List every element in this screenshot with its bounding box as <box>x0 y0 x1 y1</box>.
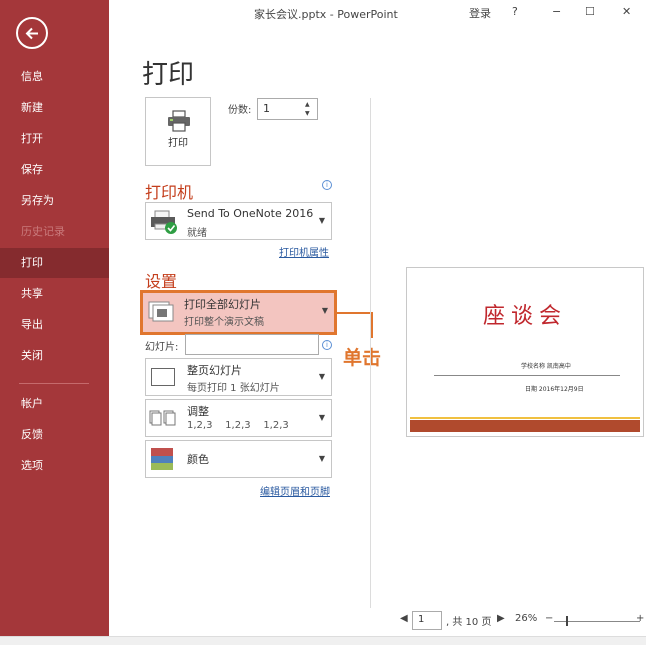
printer-name: Send To OneNote 2016 <box>187 207 314 220</box>
horizontal-scrollbar[interactable] <box>0 636 646 645</box>
callout-line-vertical <box>371 312 373 338</box>
chevron-down-icon: ▼ <box>318 216 325 225</box>
copies-spinner[interactable]: ▲ ▼ <box>305 100 310 118</box>
edit-header-footer-link[interactable]: 编辑页眉和页脚 <box>260 483 330 498</box>
preview-date-line: 日期 2016年12月9日 <box>525 386 584 393</box>
printer-heading: 打印机 <box>145 183 194 202</box>
callout-line <box>337 312 372 314</box>
sidebar-item-share[interactable]: 共享 <box>0 279 109 309</box>
slides-input[interactable] <box>185 334 319 355</box>
sidebar-item-save[interactable]: 保存 <box>0 155 109 185</box>
printer-icon <box>168 110 190 132</box>
collate-sub: 1,2,3 1,2,3 1,2,3 <box>187 420 289 431</box>
powerpoint-backstage: 信息 新建 打开 保存 另存为 历史记录 打印 共享 导出 关闭 帐户 反馈 选… <box>0 0 646 645</box>
print-range-sub: 打印整个演示文稿 <box>184 317 264 328</box>
slides-label: 幻灯片: <box>145 342 179 353</box>
callout-click-label: 单击 <box>343 347 382 369</box>
printer-status: 就绪 <box>187 228 207 239</box>
panel-divider <box>370 98 371 608</box>
zoom-slider-thumb[interactable] <box>566 616 568 626</box>
print-button[interactable]: 打印 <box>145 97 211 166</box>
sidebar-item-options[interactable]: 选项 <box>0 451 109 481</box>
print-button-label: 打印 <box>168 138 188 149</box>
color-mode-icon <box>151 448 173 470</box>
preview-school-line: 学校名称 凯南高中 <box>521 363 571 370</box>
chevron-down-icon: ▼ <box>318 413 325 422</box>
layout-select[interactable]: 整页幻灯片 每页打印 1 张幻灯片 ▼ <box>145 358 332 396</box>
collate-icon <box>149 410 176 426</box>
print-range-main: 打印全部幻灯片 <box>184 298 261 311</box>
settings-heading: 设置 <box>145 272 178 291</box>
printer-properties-link[interactable]: 打印机属性 <box>279 244 329 259</box>
sidebar-item-open[interactable]: 打开 <box>0 124 109 154</box>
preview-accent-line <box>410 417 640 419</box>
info-icon[interactable]: i <box>322 340 332 350</box>
preview-slide-title: 座谈会 <box>482 304 567 329</box>
full-page-slide-icon <box>151 368 175 386</box>
back-button[interactable] <box>16 17 48 49</box>
sidebar-divider <box>19 383 89 384</box>
sidebar-item-close[interactable]: 关闭 <box>0 341 109 371</box>
slides-range-icon <box>148 301 174 322</box>
sidebar-item-export[interactable]: 导出 <box>0 310 109 340</box>
chevron-down-icon: ▼ <box>321 306 328 315</box>
signin-link[interactable]: 登录 <box>469 5 491 21</box>
layout-main: 整页幻灯片 <box>187 364 242 377</box>
layout-sub: 每页打印 1 张幻灯片 <box>187 383 280 394</box>
arrow-left-icon <box>25 27 38 40</box>
info-icon[interactable]: i <box>322 180 332 190</box>
printer-device-icon <box>151 210 177 234</box>
window-title: 家长会议.pptx - PowerPoint <box>254 8 398 21</box>
preview-rule <box>434 375 620 376</box>
zoom-in-button[interactable]: + <box>636 613 644 624</box>
collate-main: 调整 <box>187 405 209 418</box>
zoom-out-button[interactable]: − <box>545 613 553 624</box>
close-button[interactable]: ✕ <box>622 5 631 18</box>
page-count: , 共 10 页 <box>446 617 492 628</box>
sidebar-item-new[interactable]: 新建 <box>0 93 109 123</box>
chevron-down-icon: ▼ <box>318 372 325 381</box>
restore-button[interactable]: ☐ <box>585 5 595 18</box>
sidebar-item-print[interactable]: 打印 <box>0 248 109 278</box>
prev-page-button[interactable]: ◀ <box>400 613 408 624</box>
sidebar-item-save-as[interactable]: 另存为 <box>0 186 109 216</box>
backstage-sidebar: 信息 新建 打开 保存 另存为 历史记录 打印 共享 导出 关闭 帐户 反馈 选… <box>0 0 109 636</box>
copies-label: 份数: <box>228 105 252 116</box>
sidebar-item-account[interactable]: 帐户 <box>0 389 109 419</box>
sidebar-item-info[interactable]: 信息 <box>0 62 109 92</box>
collate-select[interactable]: 调整 1,2,3 1,2,3 1,2,3 ▼ <box>145 399 332 437</box>
chevron-down-icon: ▼ <box>318 454 325 463</box>
next-page-button[interactable]: ▶ <box>497 613 505 624</box>
zoom-level: 26% <box>515 613 538 624</box>
sidebar-item-history: 历史记录 <box>21 225 65 238</box>
minimize-button[interactable]: − <box>552 5 561 18</box>
print-range-select[interactable]: 打印全部幻灯片 打印整个演示文稿 ▼ <box>140 290 337 335</box>
slide-preview: 座谈会 学校名称 凯南高中 日期 2016年12月9日 <box>406 267 644 437</box>
preview-footer-bar <box>410 420 640 432</box>
page-title: 打印 <box>142 60 195 90</box>
color-main: 颜色 <box>187 453 209 466</box>
page-number-input[interactable]: 1 <box>412 611 442 630</box>
color-select[interactable]: 颜色 ▼ <box>145 440 332 478</box>
sidebar-item-feedback[interactable]: 反馈 <box>0 420 109 450</box>
printer-select[interactable]: Send To OneNote 2016 就绪 ▼ <box>145 202 332 240</box>
help-button[interactable]: ? <box>512 5 518 18</box>
